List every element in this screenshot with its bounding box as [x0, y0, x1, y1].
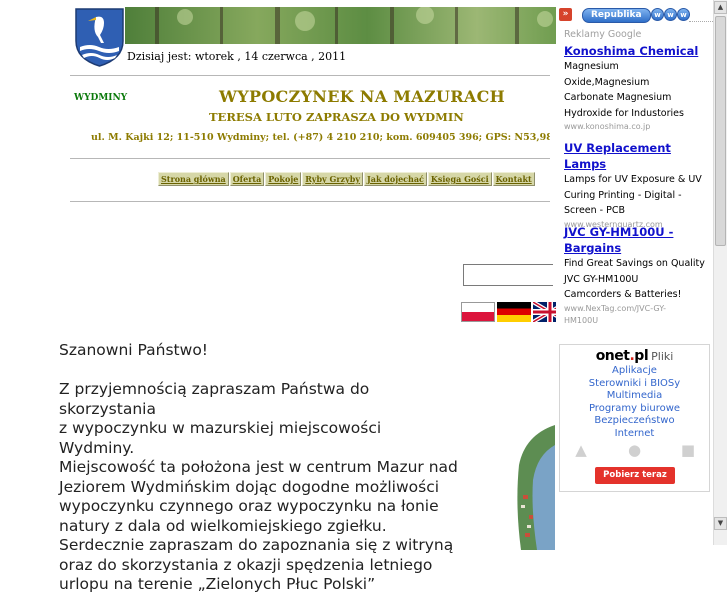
divider-bottom [70, 201, 550, 202]
right-sidebar: » Republika w w w Reklamy Google Konoshi… [556, 0, 713, 545]
forest-banner-image [125, 7, 565, 44]
search-input[interactable] [463, 264, 553, 286]
ad-title-link[interactable]: Konoshima Chemical [564, 43, 710, 59]
onet-logo[interactable]: onet.pl [596, 348, 649, 364]
nav-link-fish-mushrooms[interactable]: Ryby Grzyby [302, 172, 363, 186]
onet-pliki-label: Pliki [651, 350, 674, 363]
location-label: WYDMINY [74, 93, 128, 103]
onet-link-drivers[interactable]: Sterowniki i BIOSy [560, 378, 709, 391]
ad-text: Screen - PCB [564, 205, 626, 216]
onet-link-security[interactable]: Bezpieczeństwo [560, 415, 709, 428]
greeting: Szanowni Państwo! [59, 341, 209, 359]
ad-text: JVC GY-HM100U [564, 273, 639, 285]
www-globe-icon[interactable]: w [651, 8, 664, 21]
main-navigation: Strona główna Oferta Pokoje Ryby Grzyby … [158, 172, 550, 186]
ad-text: Curing Printing - Digital - [564, 189, 682, 201]
ad-konoshima: Konoshima Chemical Magnesium Oxide,Magne… [564, 43, 710, 133]
ad-url-link[interactable]: www.NexTag.com/JVC-GY- [564, 303, 710, 315]
language-flags [461, 302, 569, 322]
divider-top [70, 75, 550, 76]
os-icons: ▲ ● ■ [572, 441, 697, 461]
vertical-scrollbar[interactable]: ▲ ▼ [713, 0, 727, 545]
nav-link-directions[interactable]: Jak dojechać [363, 172, 427, 186]
onet-link-office[interactable]: Programy biurowe [560, 403, 709, 416]
lake-photo-image [517, 425, 555, 550]
www-globe-icon[interactable]: w [677, 8, 690, 21]
ad-text: Lamps for UV Exposure & UV [564, 174, 702, 185]
scrollbar-thumb[interactable] [715, 16, 726, 246]
ad-title-link[interactable]: UV Replacement Lamps [564, 140, 710, 172]
onet-link-internet[interactable]: Internet [560, 428, 709, 441]
paragraph-line: Jeziorem Wydmińskim dojąc dogodne możliw… [59, 477, 440, 496]
onet-header: onet.pl Pliki [560, 345, 709, 365]
nav-link-home[interactable]: Strona główna [158, 172, 229, 186]
ads-by-google-label: Reklamy Google [564, 29, 642, 40]
ad-text: Magnesium [564, 61, 619, 72]
paragraph-line: Miejscowość ta położona jest w centrum M… [59, 458, 458, 476]
paragraph-line: Serdecznie zapraszam do zapoznania się z… [59, 536, 454, 554]
ad-text: Find Great Savings on Quality [564, 258, 705, 269]
ad-jvc-camcorder: JVC GY-HM100U - Bargains Find Great Savi… [564, 224, 710, 327]
contact-address: ul. M. Kajki 12; 11-510 Wydminy; tel. (+… [91, 132, 550, 143]
arrow-right-icon[interactable]: » [559, 8, 572, 21]
republika-toolbar: » Republika w w w [556, 7, 713, 23]
welcome-text: Szanowni Państwo! Z przyjemnością zapras… [59, 341, 459, 595]
ad-url-link[interactable]: HM100U [564, 315, 710, 327]
nav-link-guestbook[interactable]: Księga Gości [427, 172, 492, 186]
apple-icon: ● [627, 441, 642, 459]
nav-link-rooms[interactable]: Pokoje [265, 172, 302, 186]
page-title: WYPOCZYNEK NA MAZURACH [219, 87, 506, 106]
paragraph-line: oraz do skorzystania z okazji spędzenia … [59, 555, 433, 574]
ad-uv-lamps: UV Replacement Lamps Lamps for UV Exposu… [564, 140, 710, 231]
nav-link-contact[interactable]: Kontakt [492, 172, 535, 186]
dotted-divider [689, 21, 713, 22]
german-flag-icon[interactable] [497, 302, 531, 322]
ad-url-link[interactable]: www.konoshima.co.jp [564, 121, 710, 133]
current-date: Dzisiaj jest: wtorek , 14 czerwca , 2011 [127, 50, 347, 63]
republika-button[interactable]: Republika [582, 8, 651, 23]
ad-text: Oxide,Magnesium [564, 76, 650, 88]
download-now-button[interactable]: Pobierz teraz [595, 467, 675, 484]
linux-icon: ▲ [575, 441, 587, 459]
ad-text: Carbonate Magnesium [564, 92, 672, 103]
onet-link-applications[interactable]: Aplikacje [560, 365, 709, 378]
paragraph-line: Z przyjemnością zapraszam Państwa do sko… [59, 380, 370, 418]
welcome-paragraph: Z przyjemnością zapraszam Państwa do sko… [59, 380, 459, 595]
ad-text: Camcorders & Batteries! [564, 289, 682, 300]
ad-title-link[interactable]: Bargains [564, 240, 710, 256]
scroll-down-arrow-icon[interactable]: ▼ [714, 517, 727, 530]
onet-category-links: Aplikacje Sterowniki i BIOSy Multimedia … [560, 365, 709, 440]
scroll-up-arrow-icon[interactable]: ▲ [714, 1, 727, 14]
paragraph-line: natury z dala od wielkomiejskiego zgiełk… [59, 516, 387, 535]
onet-link-multimedia[interactable]: Multimedia [560, 390, 709, 403]
ad-title-link[interactable]: JVC GY-HM100U - [564, 224, 710, 240]
divider-middle [70, 158, 550, 159]
ad-text: Hydroxide for Industories [564, 107, 684, 119]
www-globe-icon[interactable]: w [664, 8, 677, 21]
paragraph-line: z wypoczynku w mazurskiej miejscowości W… [59, 419, 382, 457]
wydminy-coat-of-arms-logo [75, 8, 124, 67]
page-subtitle: TERESA LUTO ZAPRASZA DO WYDMIN [209, 110, 464, 124]
paragraph-line: wypoczynku czynnego oraz wypoczynku na ł… [59, 497, 439, 515]
polish-flag-icon[interactable] [461, 302, 495, 322]
windows-icon: ■ [680, 441, 696, 459]
paragraph-line: urlopu na terenie „Zielonych Płuc Polski… [59, 575, 376, 593]
onet-pliki-widget: onet.pl Pliki Aplikacje Sterowniki i BIOS… [559, 344, 710, 492]
nav-link-offer[interactable]: Oferta [229, 172, 265, 186]
